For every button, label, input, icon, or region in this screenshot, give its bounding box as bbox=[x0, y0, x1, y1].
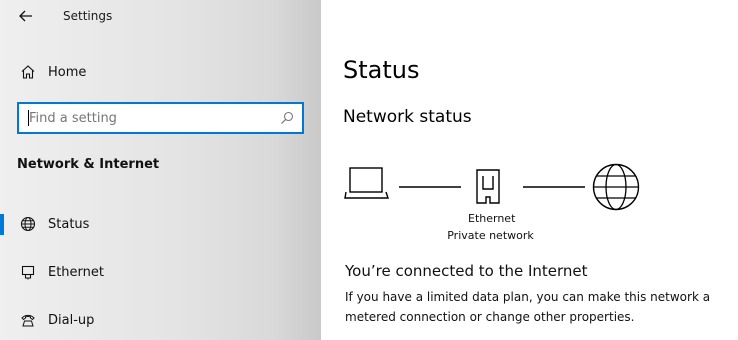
sidebar-item-dialup[interactable]: Dial-up bbox=[0, 300, 321, 340]
connection-status-heading: You’re connected to the Internet bbox=[345, 262, 588, 280]
ethernet-icon bbox=[19, 263, 37, 281]
network-status-heading: Network status bbox=[343, 107, 472, 127]
navigation-pane: Settings Home Network & Internet Status bbox=[0, 0, 321, 340]
back-arrow-icon bbox=[19, 10, 32, 22]
dialup-icon bbox=[19, 311, 37, 329]
search-input[interactable] bbox=[19, 104, 269, 132]
sidebar-item-label: Ethernet bbox=[48, 264, 104, 280]
nav-home[interactable]: Home bbox=[0, 52, 321, 92]
page-title: Status bbox=[343, 56, 420, 84]
selection-indicator bbox=[0, 214, 4, 235]
back-button[interactable] bbox=[15, 5, 37, 27]
globe-icon bbox=[19, 215, 37, 233]
sidebar-item-ethernet[interactable]: Ethernet bbox=[0, 252, 321, 292]
sidebar-item-label: Status bbox=[48, 216, 90, 232]
search-icon[interactable] bbox=[280, 111, 294, 125]
internet-globe-icon bbox=[592, 163, 640, 211]
section-title: Network & Internet bbox=[17, 157, 160, 172]
main-content: Status Network status Ethernet Private n… bbox=[321, 0, 738, 340]
connection-description: If you have a limited data plan, you can… bbox=[345, 290, 711, 324]
nav-home-label: Home bbox=[48, 64, 87, 80]
network-diagram: Ethernet Private network bbox=[343, 160, 643, 250]
search-box[interactable] bbox=[17, 102, 304, 134]
sidebar-item-label: Dial-up bbox=[48, 312, 95, 328]
home-icon bbox=[19, 63, 37, 81]
laptop-icon bbox=[344, 167, 389, 199]
app-title: Settings bbox=[63, 9, 113, 23]
network-type-label: Private network bbox=[447, 229, 534, 242]
adapter-label: Ethernet bbox=[468, 212, 516, 225]
ethernet-port-icon bbox=[476, 169, 500, 204]
sidebar-item-status[interactable]: Status bbox=[0, 204, 321, 244]
